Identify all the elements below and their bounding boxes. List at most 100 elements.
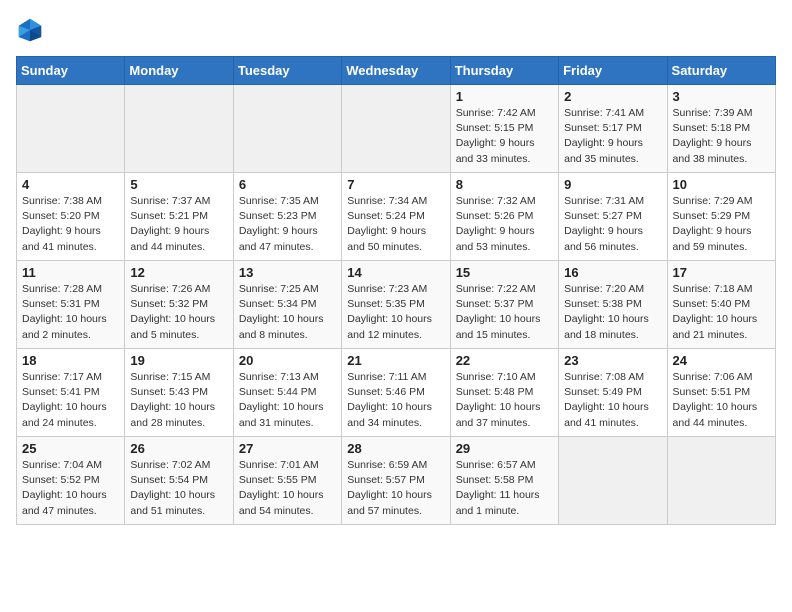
calendar-cell: 15 Sunrise: 7:22 AM Sunset: 5:37 PM Dayli… [450, 261, 558, 349]
calendar-cell: 13 Sunrise: 7:25 AM Sunset: 5:34 PM Dayli… [233, 261, 341, 349]
day-number: 8 [456, 177, 553, 192]
day-number: 4 [22, 177, 119, 192]
logo-icon [16, 16, 44, 44]
day-info: Sunrise: 7:26 AM Sunset: 5:32 PM Dayligh… [130, 282, 227, 343]
calendar-cell: 1 Sunrise: 7:42 AM Sunset: 5:15 PM Daylig… [450, 85, 558, 173]
weekday-header: Sunday [17, 57, 125, 85]
calendar-cell: 9 Sunrise: 7:31 AM Sunset: 5:27 PM Daylig… [559, 173, 667, 261]
day-number: 3 [673, 89, 770, 104]
day-number: 21 [347, 353, 444, 368]
day-number: 17 [673, 265, 770, 280]
day-number: 14 [347, 265, 444, 280]
calendar-cell: 22 Sunrise: 7:10 AM Sunset: 5:48 PM Dayli… [450, 349, 558, 437]
calendar-cell [559, 437, 667, 525]
calendar-cell: 3 Sunrise: 7:39 AM Sunset: 5:18 PM Daylig… [667, 85, 775, 173]
day-info: Sunrise: 7:38 AM Sunset: 5:20 PM Dayligh… [22, 194, 119, 255]
day-info: Sunrise: 7:32 AM Sunset: 5:26 PM Dayligh… [456, 194, 553, 255]
weekday-header: Monday [125, 57, 233, 85]
day-info: Sunrise: 6:57 AM Sunset: 5:58 PM Dayligh… [456, 458, 553, 519]
day-number: 12 [130, 265, 227, 280]
weekday-header-row: SundayMondayTuesdayWednesdayThursdayFrid… [17, 57, 776, 85]
calendar-cell: 25 Sunrise: 7:04 AM Sunset: 5:52 PM Dayli… [17, 437, 125, 525]
day-info: Sunrise: 7:02 AM Sunset: 5:54 PM Dayligh… [130, 458, 227, 519]
calendar-week-row: 11Sunrise: 7:28 AM Sunset: 5:31 PM Dayli… [17, 261, 776, 349]
day-info: Sunrise: 7:18 AM Sunset: 5:40 PM Dayligh… [673, 282, 770, 343]
day-number: 19 [130, 353, 227, 368]
day-info: Sunrise: 7:13 AM Sunset: 5:44 PM Dayligh… [239, 370, 336, 431]
calendar-cell: 8 Sunrise: 7:32 AM Sunset: 5:26 PM Daylig… [450, 173, 558, 261]
calendar-cell: 12 Sunrise: 7:26 AM Sunset: 5:32 PM Dayli… [125, 261, 233, 349]
day-number: 24 [673, 353, 770, 368]
day-info: Sunrise: 7:35 AM Sunset: 5:23 PM Dayligh… [239, 194, 336, 255]
calendar-cell [233, 85, 341, 173]
day-number: 22 [456, 353, 553, 368]
day-number: 5 [130, 177, 227, 192]
day-number: 28 [347, 441, 444, 456]
day-info: Sunrise: 7:42 AM Sunset: 5:15 PM Dayligh… [456, 106, 553, 167]
day-number: 11 [22, 265, 119, 280]
weekday-header: Wednesday [342, 57, 450, 85]
day-number: 20 [239, 353, 336, 368]
page-header [16, 16, 776, 44]
calendar-cell: 23 Sunrise: 7:08 AM Sunset: 5:49 PM Dayli… [559, 349, 667, 437]
day-info: Sunrise: 7:41 AM Sunset: 5:17 PM Dayligh… [564, 106, 661, 167]
weekday-header: Friday [559, 57, 667, 85]
calendar-cell: 11Sunrise: 7:28 AM Sunset: 5:31 PM Dayli… [17, 261, 125, 349]
day-info: Sunrise: 7:37 AM Sunset: 5:21 PM Dayligh… [130, 194, 227, 255]
day-number: 13 [239, 265, 336, 280]
calendar-week-row: 18 Sunrise: 7:17 AM Sunset: 5:41 PM Dayli… [17, 349, 776, 437]
calendar-cell [342, 85, 450, 173]
calendar-cell: 24 Sunrise: 7:06 AM Sunset: 5:51 PM Dayli… [667, 349, 775, 437]
day-info: Sunrise: 7:01 AM Sunset: 5:55 PM Dayligh… [239, 458, 336, 519]
weekday-header: Thursday [450, 57, 558, 85]
day-info: Sunrise: 7:17 AM Sunset: 5:41 PM Dayligh… [22, 370, 119, 431]
calendar-cell: 6 Sunrise: 7:35 AM Sunset: 5:23 PM Daylig… [233, 173, 341, 261]
calendar-week-row: 4 Sunrise: 7:38 AM Sunset: 5:20 PM Daylig… [17, 173, 776, 261]
day-info: Sunrise: 7:06 AM Sunset: 5:51 PM Dayligh… [673, 370, 770, 431]
day-info: Sunrise: 7:34 AM Sunset: 5:24 PM Dayligh… [347, 194, 444, 255]
day-info: Sunrise: 7:23 AM Sunset: 5:35 PM Dayligh… [347, 282, 444, 343]
day-number: 15 [456, 265, 553, 280]
weekday-header: Saturday [667, 57, 775, 85]
calendar-cell: 17 Sunrise: 7:18 AM Sunset: 5:40 PM Dayli… [667, 261, 775, 349]
calendar-table: SundayMondayTuesdayWednesdayThursdayFrid… [16, 56, 776, 525]
calendar-cell: 4 Sunrise: 7:38 AM Sunset: 5:20 PM Daylig… [17, 173, 125, 261]
day-info: Sunrise: 7:15 AM Sunset: 5:43 PM Dayligh… [130, 370, 227, 431]
day-info: Sunrise: 7:20 AM Sunset: 5:38 PM Dayligh… [564, 282, 661, 343]
weekday-header: Tuesday [233, 57, 341, 85]
day-info: Sunrise: 7:22 AM Sunset: 5:37 PM Dayligh… [456, 282, 553, 343]
day-info: Sunrise: 7:04 AM Sunset: 5:52 PM Dayligh… [22, 458, 119, 519]
day-info: Sunrise: 6:59 AM Sunset: 5:57 PM Dayligh… [347, 458, 444, 519]
day-info: Sunrise: 7:25 AM Sunset: 5:34 PM Dayligh… [239, 282, 336, 343]
day-number: 1 [456, 89, 553, 104]
calendar-cell: 29 Sunrise: 6:57 AM Sunset: 5:58 PM Dayli… [450, 437, 558, 525]
calendar-cell: 21 Sunrise: 7:11 AM Sunset: 5:46 PM Dayli… [342, 349, 450, 437]
day-number: 2 [564, 89, 661, 104]
day-info: Sunrise: 7:39 AM Sunset: 5:18 PM Dayligh… [673, 106, 770, 167]
day-number: 29 [456, 441, 553, 456]
calendar-cell: 14 Sunrise: 7:23 AM Sunset: 5:35 PM Dayli… [342, 261, 450, 349]
day-number: 16 [564, 265, 661, 280]
calendar-week-row: 25 Sunrise: 7:04 AM Sunset: 5:52 PM Dayli… [17, 437, 776, 525]
day-info: Sunrise: 7:31 AM Sunset: 5:27 PM Dayligh… [564, 194, 661, 255]
calendar-cell [125, 85, 233, 173]
calendar-cell: 19 Sunrise: 7:15 AM Sunset: 5:43 PM Dayli… [125, 349, 233, 437]
day-number: 23 [564, 353, 661, 368]
day-number: 26 [130, 441, 227, 456]
calendar-cell: 10Sunrise: 7:29 AM Sunset: 5:29 PM Dayli… [667, 173, 775, 261]
logo [16, 16, 48, 44]
day-info: Sunrise: 7:10 AM Sunset: 5:48 PM Dayligh… [456, 370, 553, 431]
calendar-cell: 26 Sunrise: 7:02 AM Sunset: 5:54 PM Dayli… [125, 437, 233, 525]
calendar-cell: 2 Sunrise: 7:41 AM Sunset: 5:17 PM Daylig… [559, 85, 667, 173]
day-number: 27 [239, 441, 336, 456]
day-number: 9 [564, 177, 661, 192]
day-number: 18 [22, 353, 119, 368]
day-number: 10 [673, 177, 770, 192]
day-number: 25 [22, 441, 119, 456]
day-info: Sunrise: 7:08 AM Sunset: 5:49 PM Dayligh… [564, 370, 661, 431]
calendar-week-row: 1 Sunrise: 7:42 AM Sunset: 5:15 PM Daylig… [17, 85, 776, 173]
calendar-cell: 5 Sunrise: 7:37 AM Sunset: 5:21 PM Daylig… [125, 173, 233, 261]
day-info: Sunrise: 7:11 AM Sunset: 5:46 PM Dayligh… [347, 370, 444, 431]
day-number: 6 [239, 177, 336, 192]
calendar-cell: 18 Sunrise: 7:17 AM Sunset: 5:41 PM Dayli… [17, 349, 125, 437]
